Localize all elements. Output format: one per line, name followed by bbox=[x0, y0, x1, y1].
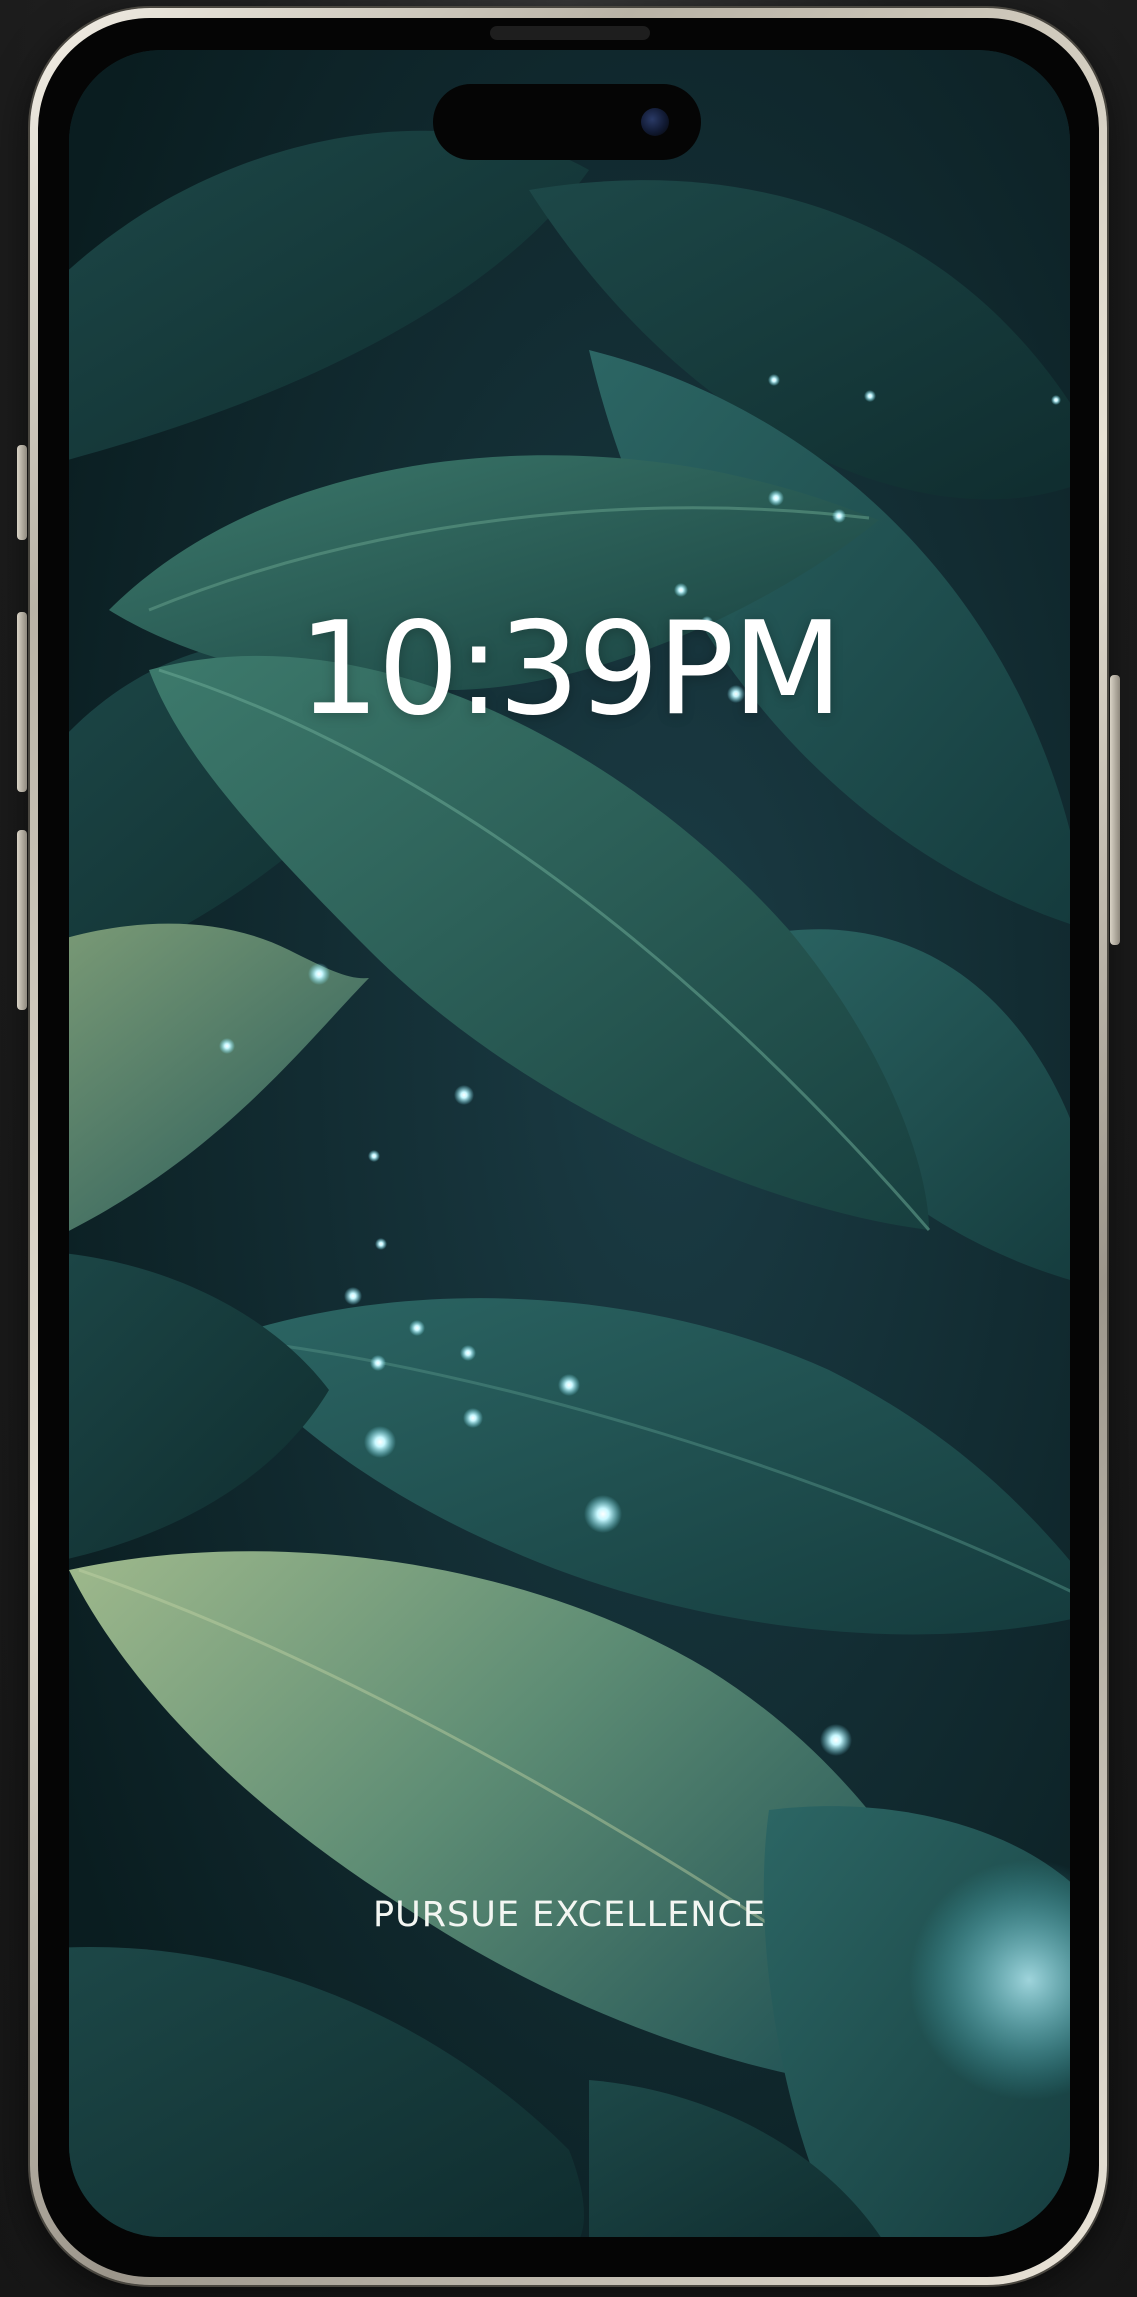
lock-screen[interactable]: 10:39PM PURSUE EXCELLENCE bbox=[69, 50, 1070, 2237]
dynamic-island bbox=[433, 84, 701, 160]
volume-down-button bbox=[17, 830, 27, 1010]
volume-up-button bbox=[17, 612, 27, 792]
action-button bbox=[17, 445, 27, 540]
speaker-slot bbox=[490, 26, 650, 40]
power-button bbox=[1110, 675, 1120, 945]
front-camera-icon bbox=[641, 108, 669, 136]
lock-screen-clock: 10:39PM bbox=[298, 595, 843, 744]
lock-screen-motto: PURSUE EXCELLENCE bbox=[372, 1895, 767, 1935]
